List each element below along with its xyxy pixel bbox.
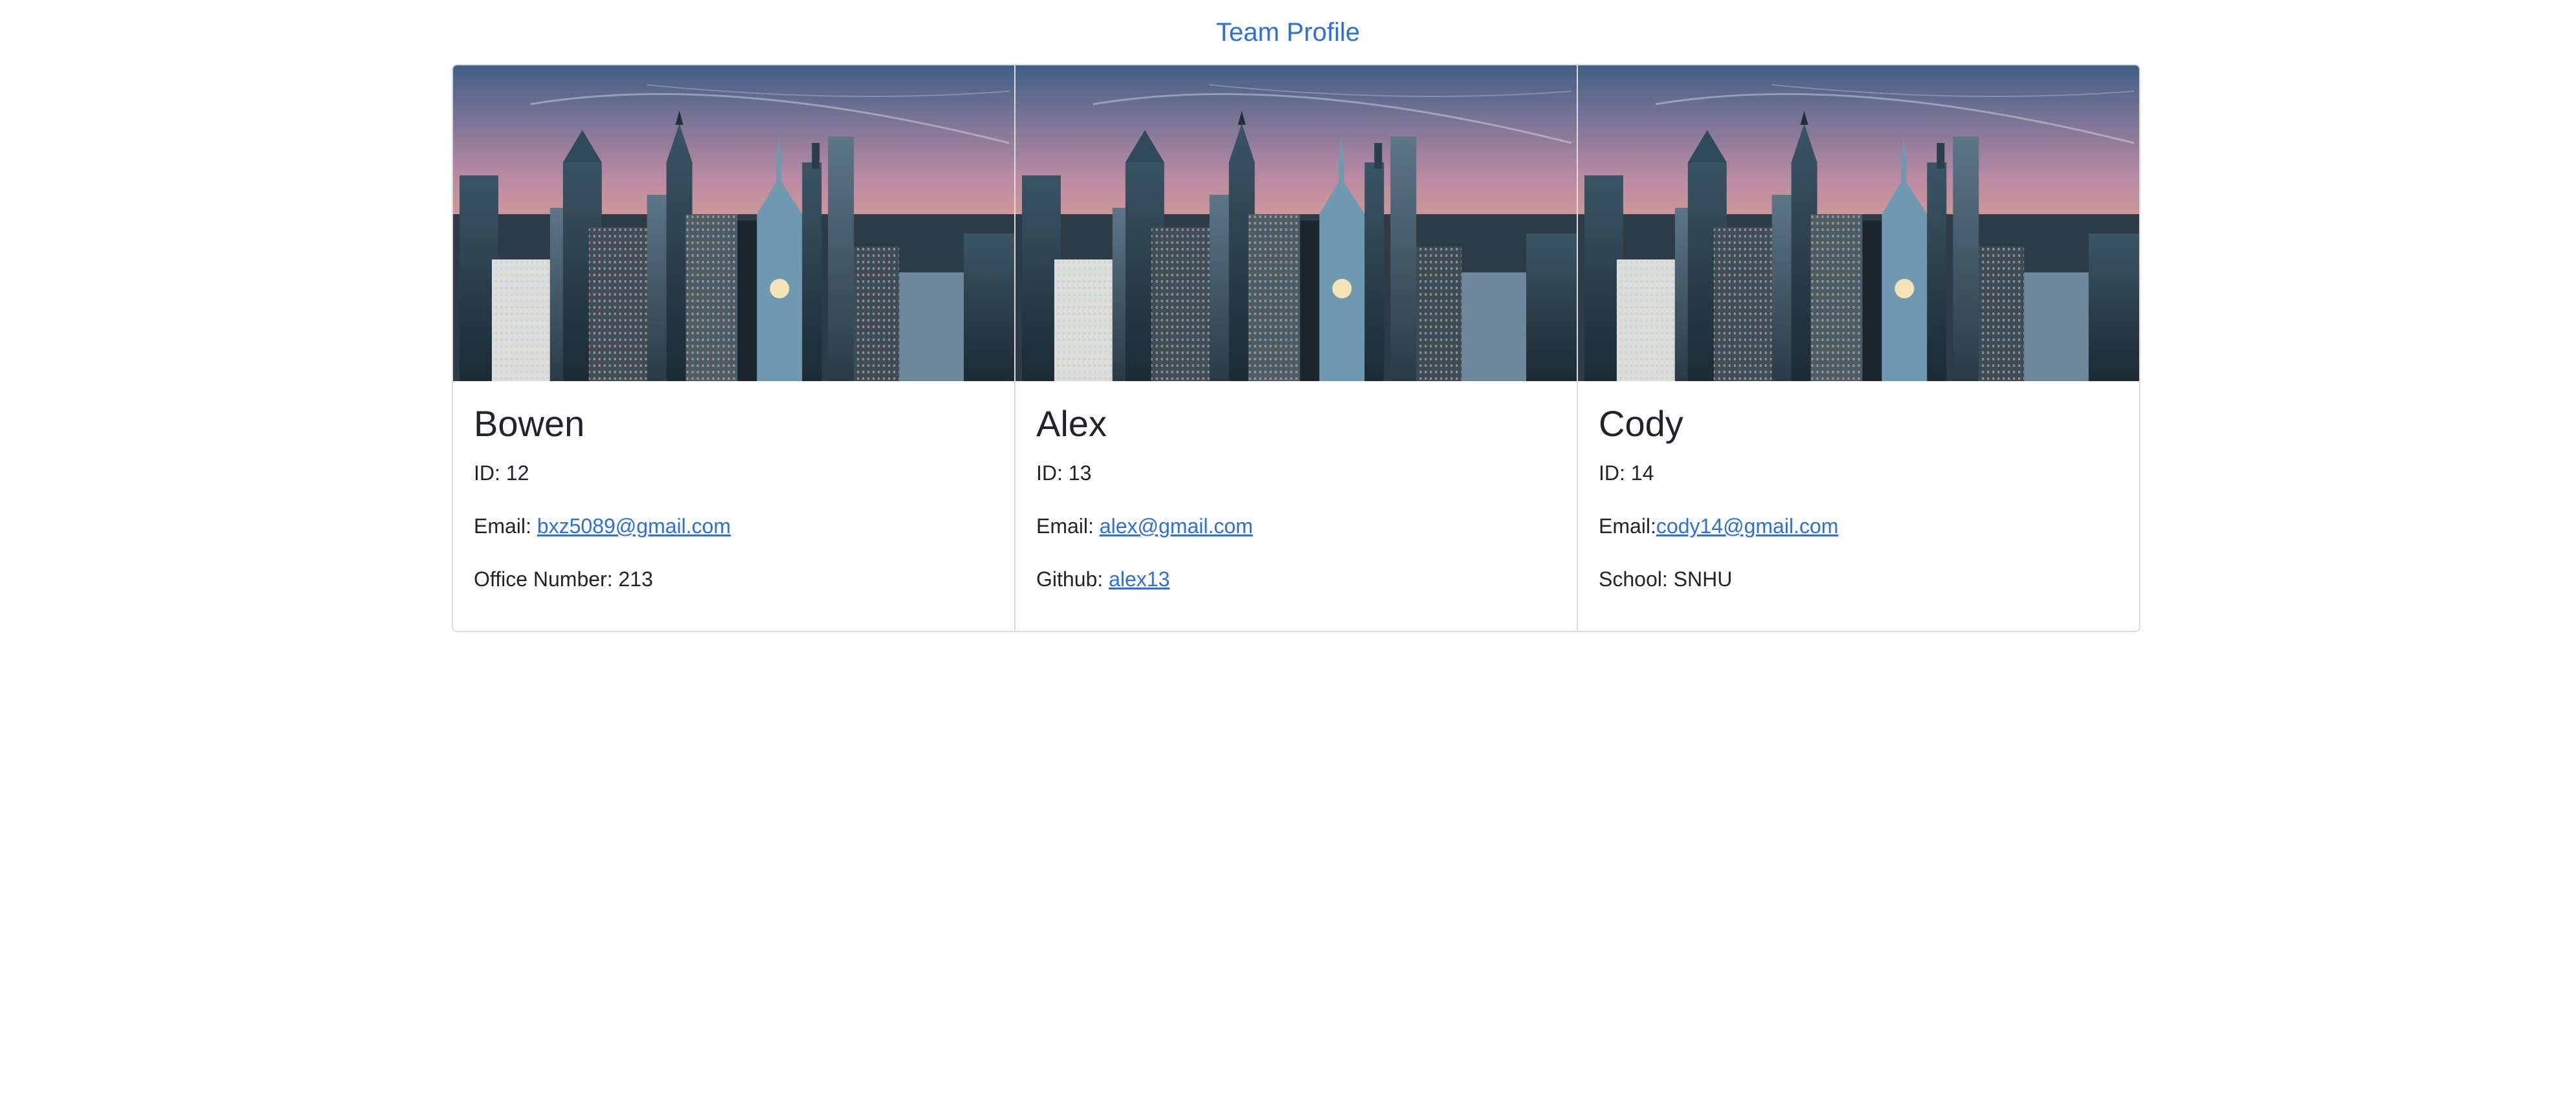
email-label: Email: — [1036, 514, 1100, 538]
employee-id: ID: 14 — [1599, 461, 1654, 485]
card-body: Cody ID: 14 Email:cody14@gmail.com Schoo… — [1578, 381, 2139, 618]
email-label: Email: — [1599, 514, 1656, 538]
email-label: Email: — [474, 514, 537, 538]
employee-card-manager: Bowen ID: 12 Email: bxz5089@gmail.com Of… — [453, 65, 1016, 631]
city-skyline-image — [1578, 65, 2139, 381]
employee-card-intern: Cody ID: 14 Email:cody14@gmail.com Schoo… — [1578, 65, 2139, 631]
email-link[interactable]: alex@gmail.com — [1100, 514, 1253, 538]
github-link[interactable]: alex13 — [1109, 567, 1170, 591]
school: School: SNHU — [1599, 567, 1733, 591]
employee-name: Cody — [1599, 403, 1683, 444]
card-body: Alex ID: 13 Email: alex@gmail.com Github… — [1016, 381, 1577, 618]
github-row: Github: alex13 — [1036, 565, 1556, 593]
employee-email-row: Email: bxz5089@gmail.com — [474, 512, 994, 540]
employee-card-engineer: Alex ID: 13 Email: alex@gmail.com Github… — [1016, 65, 1578, 631]
employee-id: ID: 12 — [474, 461, 529, 485]
employee-name: Bowen — [474, 403, 585, 444]
email-link[interactable]: bxz5089@gmail.com — [537, 514, 731, 538]
city-skyline-image — [1016, 65, 1577, 381]
email-link[interactable]: cody14@gmail.com — [1656, 514, 1838, 538]
team-card-group: Bowen ID: 12 Email: bxz5089@gmail.com Of… — [452, 64, 2140, 632]
employee-email-row: Email: alex@gmail.com — [1036, 512, 1556, 540]
city-skyline-image — [453, 65, 1014, 381]
employee-name: Alex — [1036, 403, 1107, 444]
employee-email-row: Email:cody14@gmail.com — [1599, 512, 2118, 540]
office-number: Office Number: 213 — [474, 567, 653, 591]
card-body: Bowen ID: 12 Email: bxz5089@gmail.com Of… — [453, 381, 1014, 618]
page-title: Team Profile — [1216, 18, 1360, 47]
github-label: Github: — [1036, 567, 1109, 591]
employee-id: ID: 13 — [1036, 461, 1092, 485]
